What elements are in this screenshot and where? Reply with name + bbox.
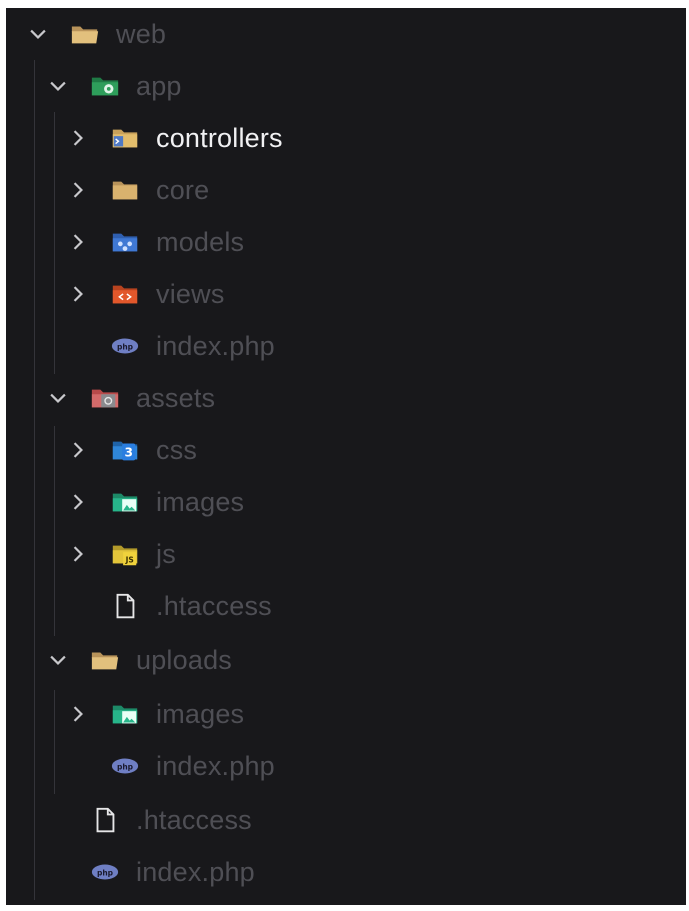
tree-item-web[interactable]: web: [6, 8, 166, 60]
tree-item-css[interactable]: 3 css: [6, 424, 197, 476]
tree-item-label: css: [156, 434, 198, 465]
tree-item-models[interactable]: models: [6, 216, 244, 268]
tree-item-label: index.php: [156, 750, 275, 781]
tree-item-label: index.php: [156, 330, 275, 361]
chevron-down-icon[interactable]: [26, 22, 50, 46]
folder-open-icon: [70, 19, 100, 49]
php-file-icon: php: [110, 331, 140, 361]
folder-open-icon: [90, 645, 120, 675]
tree-item-label: js: [156, 538, 176, 569]
tree-item-label: controllers: [156, 122, 283, 153]
php-file-icon: php: [90, 857, 120, 887]
tree-item-app-index-php[interactable]: php index.php: [6, 320, 275, 372]
chevron-right-icon[interactable]: [66, 702, 90, 726]
tree-item-label: images: [156, 486, 245, 517]
svg-text:php: php: [97, 868, 114, 877]
tree-item-js[interactable]: JS js: [6, 528, 176, 580]
tree-item-label: app: [136, 70, 182, 101]
chevron-right-icon[interactable]: [66, 230, 90, 254]
views-folder-icon: [110, 279, 140, 309]
svg-text:JS: JS: [125, 555, 134, 564]
tree-item-label: assets: [136, 382, 216, 413]
tree-item-assets-images[interactable]: images: [6, 476, 244, 528]
models-folder-icon: [110, 227, 140, 257]
chevron-right-icon[interactable]: [66, 542, 90, 566]
images-folder-icon: [110, 699, 140, 729]
chevron-right-icon[interactable]: [66, 126, 90, 150]
tree-item-label: models: [156, 226, 245, 257]
tree-item-label: views: [156, 278, 225, 309]
file-explorer-panel: web app controllers core models views ph…: [6, 8, 686, 905]
images-folder-icon: [110, 487, 140, 517]
chevron-down-icon[interactable]: [46, 386, 70, 410]
tree-item-assets-htaccess[interactable]: .htaccess: [6, 580, 272, 632]
tree-item-index-php[interactable]: php index.php: [6, 846, 255, 898]
css-folder-icon: 3: [110, 435, 140, 465]
controllers-folder-icon: [110, 123, 140, 153]
tree-item-label: .htaccess: [136, 804, 252, 835]
chevron-right-icon[interactable]: [66, 490, 90, 514]
file-icon: [110, 591, 140, 621]
tree-item-uploads-index-php[interactable]: php index.php: [6, 740, 275, 792]
tree-item-uploads[interactable]: uploads: [6, 634, 232, 686]
tree-item-assets[interactable]: assets: [6, 372, 215, 424]
tree-item-uploads-images[interactable]: images: [6, 688, 244, 740]
tree-item-views[interactable]: views: [6, 268, 225, 320]
assets-folder-icon: [90, 383, 120, 413]
js-folder-icon: JS: [110, 539, 140, 569]
tree-item-label: index.php: [136, 856, 255, 887]
tree-item-label: .htaccess: [156, 590, 272, 621]
chevron-down-icon[interactable]: [46, 648, 70, 672]
tree-item-label: core: [156, 174, 210, 205]
svg-text:php: php: [117, 762, 134, 771]
tree-item-label: images: [156, 698, 245, 729]
tree-item-core[interactable]: core: [6, 164, 209, 216]
folder-icon: [110, 175, 140, 205]
tree-item-app[interactable]: app: [6, 60, 182, 112]
tree-item-label: uploads: [136, 644, 232, 675]
app-folder-icon: [90, 71, 120, 101]
svg-text:php: php: [117, 342, 134, 351]
tree-item-controllers[interactable]: controllers: [6, 112, 283, 164]
chevron-right-icon[interactable]: [66, 178, 90, 202]
tree-item-htaccess[interactable]: .htaccess: [6, 794, 252, 846]
chevron-right-icon[interactable]: [66, 438, 90, 462]
file-icon: [90, 805, 120, 835]
chevron-down-icon[interactable]: [46, 74, 70, 98]
php-file-icon: php: [110, 751, 140, 781]
tree-item-label: web: [116, 18, 167, 49]
chevron-right-icon[interactable]: [66, 282, 90, 306]
svg-text:3: 3: [125, 446, 133, 460]
